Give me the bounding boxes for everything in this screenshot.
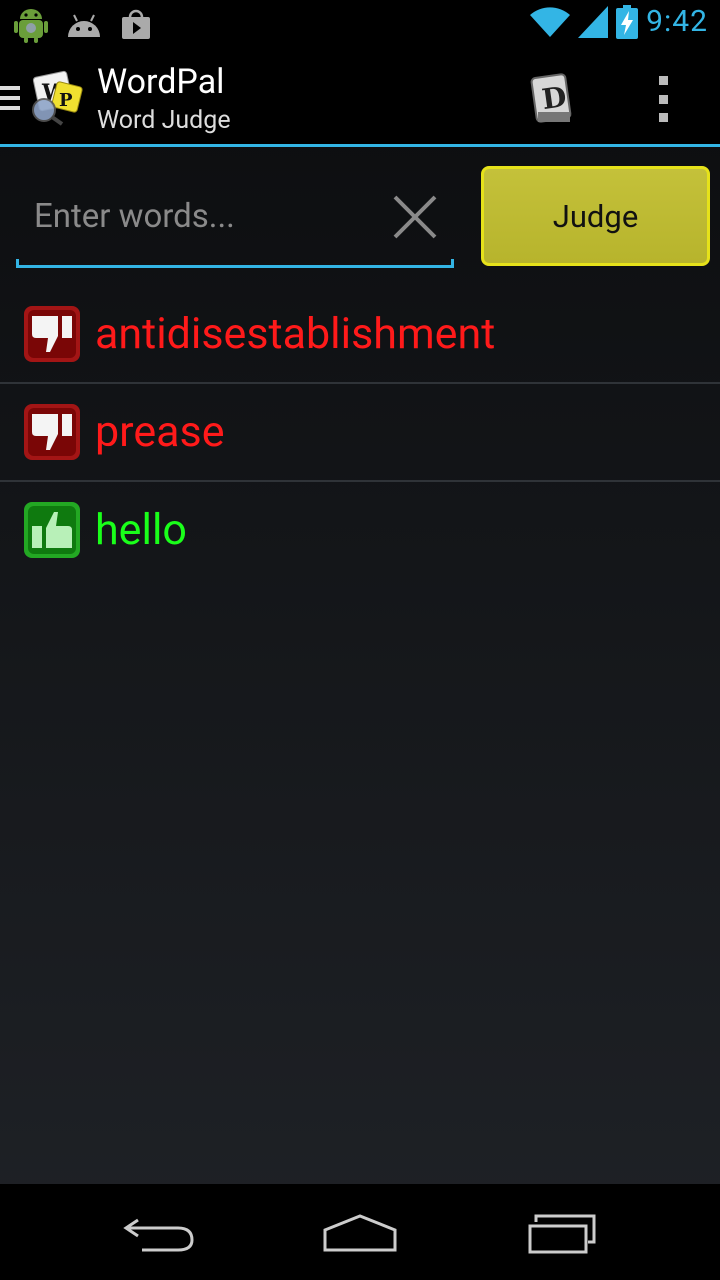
signal-icon — [578, 5, 609, 38]
wordpal-logo-icon[interactable]: W P — [28, 70, 86, 126]
action-bar: W P WordPal Word Judge D — [0, 50, 720, 147]
recent-apps-icon[interactable] — [526, 1212, 598, 1256]
list-item[interactable]: prease — [0, 384, 720, 482]
thumbs-up-icon — [24, 502, 80, 558]
app-title: WordPal — [97, 62, 225, 102]
status-bar: 9:42 — [0, 0, 720, 50]
status-clock: 9:42 — [646, 4, 708, 39]
back-icon[interactable] — [122, 1214, 196, 1254]
list-item[interactable]: hello — [0, 482, 720, 578]
battery-charging-icon — [616, 4, 639, 39]
input-underline — [16, 259, 454, 268]
thumbs-down-icon — [24, 404, 80, 460]
screen-subtitle: Word Judge — [97, 106, 231, 135]
result-word: hello — [95, 505, 187, 555]
result-word: prease — [95, 407, 225, 457]
svg-text:P: P — [59, 90, 73, 111]
play-store-icon — [122, 9, 150, 39]
result-word: antidisestablishment — [95, 309, 496, 359]
home-icon[interactable] — [322, 1212, 398, 1254]
clear-icon[interactable] — [390, 192, 440, 242]
menu-icon[interactable] — [0, 86, 20, 112]
android-icon — [68, 14, 100, 37]
overflow-menu-icon[interactable] — [656, 76, 670, 122]
word-input-container — [16, 168, 454, 268]
list-item[interactable]: antidisestablishment — [0, 286, 720, 384]
dictionary-icon[interactable]: D — [528, 72, 576, 126]
word-input[interactable] — [16, 168, 386, 264]
judge-button[interactable]: Judge — [481, 166, 710, 266]
wifi-icon — [530, 6, 571, 37]
svg-text:D: D — [540, 80, 569, 116]
android-debug-icon — [14, 9, 48, 43]
results-list: antidisestablishment prease hello — [0, 286, 720, 578]
navigation-bar — [0, 1184, 720, 1280]
thumbs-down-icon — [24, 306, 80, 362]
